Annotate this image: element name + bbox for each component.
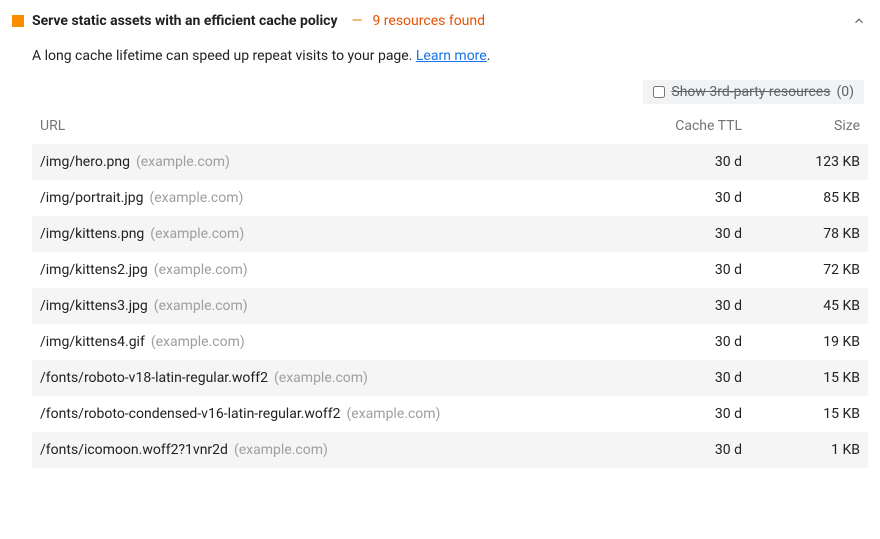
url-path: /img/kittens3.jpg	[40, 298, 148, 314]
url-domain: (example.com)	[151, 334, 245, 350]
url-path: /img/kittens4.gif	[40, 334, 145, 350]
cell-ttl: 30 d	[632, 262, 742, 278]
table-row: /img/hero.png (example.com) 30 d 123 KB	[32, 144, 868, 180]
cell-size: 15 KB	[750, 370, 860, 386]
cell-url: /img/portrait.jpg (example.com)	[40, 190, 624, 206]
third-party-checkbox[interactable]	[653, 86, 665, 98]
cell-ttl: 30 d	[632, 406, 742, 422]
cell-size: 85 KB	[750, 190, 860, 206]
cell-size: 123 KB	[750, 154, 860, 170]
audit-summary: 9 resources found	[372, 13, 485, 29]
table-row: /img/portrait.jpg (example.com) 30 d 85 KB	[32, 180, 868, 216]
cell-size: 19 KB	[750, 334, 860, 350]
table-row: /fonts/roboto-condensed-v16-latin-regula…	[32, 396, 868, 432]
cell-url: /img/kittens2.jpg (example.com)	[40, 262, 624, 278]
header-url: URL	[40, 118, 624, 134]
cell-url: /fonts/icomoon.woff2?1vnr2d (example.com)	[40, 442, 624, 458]
cell-ttl: 30 d	[632, 226, 742, 242]
url-path: /img/hero.png	[40, 154, 130, 170]
chevron-up-icon	[852, 14, 866, 28]
resources-table: URL Cache TTL Size /img/hero.png (example…	[8, 110, 872, 468]
third-party-count: (0)	[836, 84, 854, 100]
url-domain: (example.com)	[150, 226, 244, 242]
cell-url: /fonts/roboto-condensed-v16-latin-regula…	[40, 406, 624, 422]
description-text: A long cache lifetime can speed up repea…	[32, 48, 416, 64]
cell-size: 78 KB	[750, 226, 860, 242]
cell-ttl: 30 d	[632, 154, 742, 170]
url-path: /img/kittens.png	[40, 226, 144, 242]
url-path: /img/portrait.jpg	[40, 190, 143, 206]
description-period: .	[487, 48, 491, 64]
url-path: /fonts/roboto-v18-latin-regular.woff2	[40, 370, 268, 386]
table-row: /img/kittens3.jpg (example.com) 30 d 45 KB	[32, 288, 868, 324]
cell-url: /img/kittens4.gif (example.com)	[40, 334, 624, 350]
audit-description: A long cache lifetime can speed up repea…	[8, 34, 872, 78]
url-domain: (example.com)	[347, 406, 441, 422]
url-domain: (example.com)	[234, 442, 328, 458]
third-party-toggle[interactable]: Show 3rd-party resources (0)	[643, 80, 864, 104]
cell-ttl: 30 d	[632, 298, 742, 314]
cell-ttl: 30 d	[632, 442, 742, 458]
cell-size: 45 KB	[750, 298, 860, 314]
cell-size: 15 KB	[750, 406, 860, 422]
summary-separator: —	[352, 13, 363, 29]
table-header-row: URL Cache TTL Size	[32, 110, 868, 144]
header-ttl: Cache TTL	[632, 118, 742, 134]
third-party-toggle-row: Show 3rd-party resources (0)	[8, 78, 872, 110]
cell-url: /img/kittens.png (example.com)	[40, 226, 624, 242]
url-domain: (example.com)	[136, 154, 230, 170]
cell-size: 1 KB	[750, 442, 860, 458]
url-path: /img/kittens2.jpg	[40, 262, 148, 278]
url-path: /fonts/icomoon.woff2?1vnr2d	[40, 442, 228, 458]
cell-ttl: 30 d	[632, 370, 742, 386]
table-row: /fonts/roboto-v18-latin-regular.woff2 (ex…	[32, 360, 868, 396]
learn-more-link[interactable]: Learn more	[416, 48, 487, 64]
url-path: /fonts/roboto-condensed-v16-latin-regula…	[40, 406, 341, 422]
url-domain: (example.com)	[274, 370, 368, 386]
table-row: /img/kittens2.jpg (example.com) 30 d 72 KB	[32, 252, 868, 288]
cell-url: /fonts/roboto-v18-latin-regular.woff2 (ex…	[40, 370, 624, 386]
audit-title: Serve static assets with an efficient ca…	[32, 13, 338, 29]
table-row: /img/kittens.png (example.com) 30 d 78 KB	[32, 216, 868, 252]
third-party-label: Show 3rd-party resources	[671, 84, 830, 100]
cell-size: 72 KB	[750, 262, 860, 278]
status-square-icon	[12, 15, 24, 27]
cell-ttl: 30 d	[632, 190, 742, 206]
url-domain: (example.com)	[149, 190, 243, 206]
cell-ttl: 30 d	[632, 334, 742, 350]
url-domain: (example.com)	[154, 262, 248, 278]
table-body: /img/hero.png (example.com) 30 d 123 KB/img…	[32, 144, 868, 468]
table-row: /fonts/icomoon.woff2?1vnr2d (example.com)…	[32, 432, 868, 468]
table-row: /img/kittens4.gif (example.com) 30 d 19 KB	[32, 324, 868, 360]
cell-url: /img/hero.png (example.com)	[40, 154, 624, 170]
cell-url: /img/kittens3.jpg (example.com)	[40, 298, 624, 314]
header-size: Size	[750, 118, 860, 134]
collapse-toggle[interactable]	[850, 12, 868, 30]
url-domain: (example.com)	[154, 298, 248, 314]
audit-header[interactable]: Serve static assets with an efficient ca…	[8, 12, 872, 34]
